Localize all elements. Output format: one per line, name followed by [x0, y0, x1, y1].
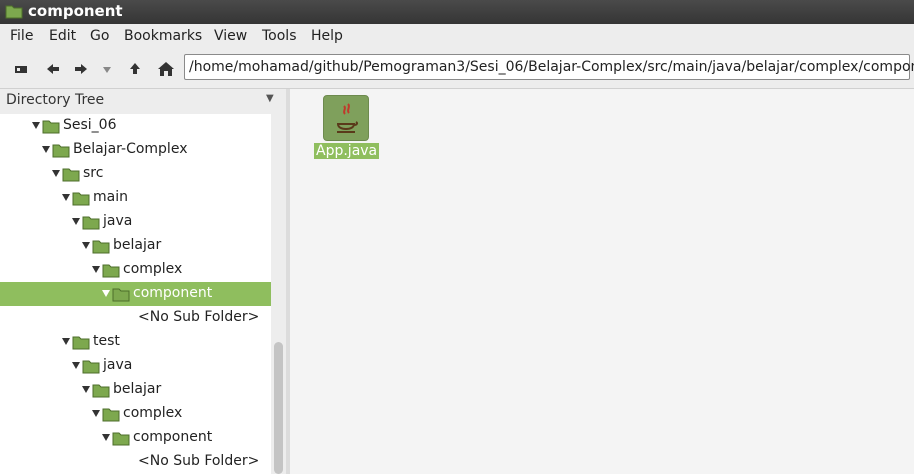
- java-file-icon: [323, 95, 369, 141]
- folder-icon: [82, 359, 100, 378]
- folder-icon: [52, 143, 70, 162]
- tree-row[interactable]: src: [0, 162, 271, 186]
- up-icon[interactable]: [126, 60, 144, 78]
- file-view: App.java: [290, 89, 914, 474]
- scrollbar-thumb[interactable]: [274, 342, 283, 474]
- folder-icon: [112, 287, 130, 306]
- folder-icon: [5, 4, 23, 23]
- sidebar-header[interactable]: Directory Tree ▼: [0, 89, 286, 113]
- menu-view[interactable]: View: [214, 28, 247, 44]
- menu-edit[interactable]: Edit: [49, 28, 76, 44]
- folder-icon: [72, 191, 90, 210]
- tree-row[interactable]: <No Sub Folder>: [0, 450, 271, 474]
- tree-row-label: <No Sub Folder>: [138, 309, 260, 325]
- directory-tree: Sesi_06 Belajar-Complex src main java belajar…: [0, 114, 271, 474]
- menu-file[interactable]: File: [10, 28, 33, 44]
- expander-icon[interactable]: [52, 170, 60, 177]
- tree-row[interactable]: <No Sub Folder>: [0, 306, 271, 330]
- folder-icon: [82, 215, 100, 234]
- folder-icon: [92, 239, 110, 258]
- folder-icon: [102, 263, 120, 282]
- expander-icon[interactable]: [72, 362, 80, 369]
- tree-row-label: belajar: [113, 237, 162, 253]
- expander-icon[interactable]: [42, 146, 50, 153]
- location-bar[interactable]: /home/mohamad/github/Pemograman3/Sesi_06…: [184, 54, 914, 80]
- folder-icon: [112, 431, 130, 450]
- folder-icon: [102, 407, 120, 426]
- expander-icon[interactable]: [102, 434, 110, 441]
- toggle-location-icon[interactable]: [12, 60, 30, 78]
- folder-icon: [92, 383, 110, 402]
- tree-row[interactable]: java: [0, 210, 271, 234]
- menu-tools[interactable]: Tools: [262, 28, 297, 44]
- home-icon[interactable]: [157, 60, 175, 78]
- file-name: App.java: [314, 143, 380, 159]
- expander-icon[interactable]: [82, 242, 90, 249]
- tree-row[interactable]: belajar: [0, 234, 271, 258]
- folder-icon: [72, 335, 90, 354]
- tree-row[interactable]: Sesi_06: [0, 114, 271, 138]
- menu-go[interactable]: Go: [90, 28, 109, 44]
- tree-row[interactable]: component: [0, 426, 271, 450]
- tree-row[interactable]: Belajar-Complex: [0, 138, 271, 162]
- tree-scrollbar[interactable]: [271, 114, 286, 474]
- back-icon[interactable]: [44, 60, 62, 78]
- expander-icon[interactable]: [82, 386, 90, 393]
- file-item[interactable]: App.java: [314, 95, 380, 159]
- tree-row[interactable]: complex: [0, 402, 271, 426]
- tree-row[interactable]: java: [0, 354, 271, 378]
- tree-row-label: Belajar-Complex: [73, 141, 188, 157]
- window-title: component: [28, 2, 123, 20]
- title-bar: component: [0, 0, 914, 24]
- expander-icon[interactable]: [62, 338, 70, 345]
- tree-row-label: belajar: [113, 381, 162, 397]
- folder-icon: [42, 119, 60, 138]
- chevron-down-icon[interactable]: ▼: [266, 93, 274, 104]
- tree-row-label: test: [93, 333, 120, 349]
- menu-help[interactable]: Help: [311, 28, 343, 44]
- tree-row-label: Sesi_06: [63, 117, 117, 133]
- expander-icon[interactable]: [102, 290, 110, 297]
- tree-row-label: java: [103, 213, 133, 229]
- tree-row-label: component: [133, 285, 213, 301]
- location-path: /home/mohamad/github/Pemograman3/Sesi_06…: [189, 59, 914, 75]
- tree-row-label: <No Sub Folder>: [138, 453, 260, 469]
- tree-row[interactable]: test: [0, 330, 271, 354]
- tree-row-label: src: [83, 165, 104, 181]
- folder-icon: [62, 167, 80, 186]
- history-dropdown-icon[interactable]: [98, 60, 116, 78]
- tree-row-label: java: [103, 357, 133, 373]
- tree-row-label: complex: [123, 261, 183, 277]
- tree-row-label: component: [133, 429, 213, 445]
- menu-bar: File Edit Go Bookmarks View Tools Help: [0, 24, 914, 48]
- expander-icon[interactable]: [32, 122, 40, 129]
- tree-row[interactable]: component: [0, 282, 271, 306]
- tree-row[interactable]: main: [0, 186, 271, 210]
- tree-row[interactable]: complex: [0, 258, 271, 282]
- tree-row[interactable]: belajar: [0, 378, 271, 402]
- expander-icon[interactable]: [92, 266, 100, 273]
- expander-icon[interactable]: [62, 194, 70, 201]
- tree-row-label: complex: [123, 405, 183, 421]
- expander-icon[interactable]: [92, 410, 100, 417]
- tree-row-label: main: [93, 189, 128, 205]
- menu-bookmarks[interactable]: Bookmarks: [124, 28, 202, 44]
- forward-icon[interactable]: [72, 60, 90, 78]
- sidebar-title: Directory Tree: [6, 92, 105, 108]
- expander-icon[interactable]: [72, 218, 80, 225]
